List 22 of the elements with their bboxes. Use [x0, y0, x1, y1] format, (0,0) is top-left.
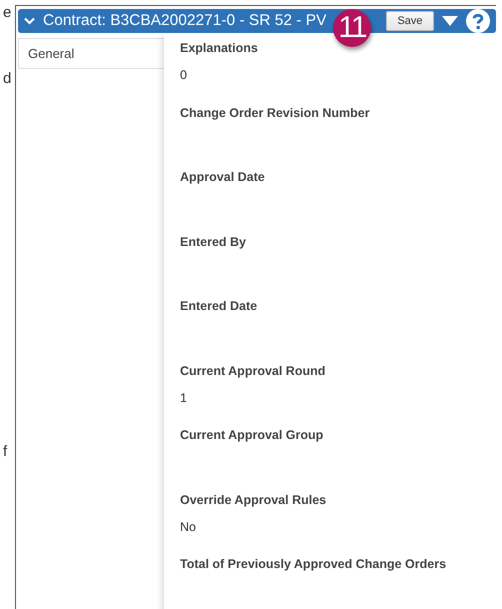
- field-label: Total of Previously Approved Change Orders: [180, 556, 448, 573]
- field-label: Override Approval Rules: [180, 492, 328, 508]
- caret-icon[interactable]: [442, 16, 458, 26]
- field-value: 1: [180, 390, 188, 406]
- cut-off-text: d: [2, 70, 12, 88]
- save-button[interactable]: Save: [386, 11, 434, 31]
- field-label: Change Order Revision Number: [180, 104, 371, 122]
- header-title: Contract: B3CBA2002271-0 - SR 52 - PV: [43, 12, 326, 30]
- general-tab[interactable]: General: [18, 38, 164, 69]
- field-label: Entered By: [180, 234, 247, 250]
- cut-off-text: f: [2, 443, 8, 461]
- field-value: 0: [180, 67, 188, 83]
- field-label: Current Approval Group: [180, 427, 324, 444]
- chevron-icon[interactable]: [24, 17, 35, 25]
- cut-off-text: e: [2, 4, 12, 22]
- field-value: No: [180, 518, 197, 534]
- field-label: Approval Date: [180, 169, 266, 186]
- callout-badge: 11: [333, 9, 371, 47]
- field-label: Explanations: [180, 40, 259, 57]
- field-label: Entered Date: [180, 298, 258, 315]
- help-icon[interactable]: [466, 9, 490, 33]
- field-label: Current Approval Round: [180, 362, 326, 380]
